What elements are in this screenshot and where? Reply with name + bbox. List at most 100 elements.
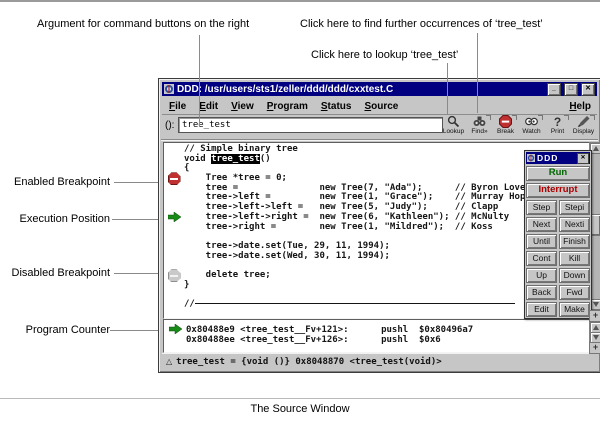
dropdown-mark-icon bbox=[538, 115, 543, 120]
stop-bar bbox=[170, 275, 178, 277]
command-tool-row: NextNexti bbox=[526, 215, 590, 232]
menu-edit[interactable]: Edit bbox=[199, 101, 218, 112]
pane-sash-handle[interactable]: + bbox=[589, 310, 600, 322]
question-mark-icon: ? bbox=[551, 115, 564, 128]
run-button[interactable]: Run bbox=[526, 166, 590, 181]
source-gutter[interactable] bbox=[164, 223, 184, 233]
tool-label: Lookup bbox=[443, 128, 464, 135]
comment-rule-line bbox=[195, 303, 515, 304]
until-button[interactable]: Until bbox=[526, 234, 557, 249]
source-gutter[interactable] bbox=[164, 184, 184, 194]
command-tool-row: UntilFinish bbox=[526, 232, 590, 249]
page-top-rule bbox=[0, 0, 600, 2]
command-tool-row: ContKill bbox=[526, 249, 590, 266]
source-code-text: // bbox=[184, 300, 515, 310]
tool-break-button[interactable]: Break bbox=[493, 115, 518, 139]
stepi-button[interactable]: Stepi bbox=[559, 200, 590, 215]
tool-watch-button[interactable]: Watch bbox=[519, 115, 544, 139]
window-title: DDD: /usr/users/sts1/zeller/ddd/ddd/cxxt… bbox=[177, 84, 544, 95]
source-gutter[interactable] bbox=[164, 290, 184, 300]
edit-button[interactable]: Edit bbox=[526, 302, 557, 317]
make-button[interactable]: Make bbox=[559, 302, 590, 317]
pen-icon bbox=[577, 115, 590, 128]
menu-view[interactable]: View bbox=[231, 101, 254, 112]
command-tool-close-icon[interactable]: ✕ bbox=[577, 153, 589, 164]
kill-button[interactable]: Kill bbox=[559, 251, 590, 266]
source-gutter[interactable] bbox=[164, 155, 184, 165]
tool-label: Print bbox=[551, 128, 564, 135]
tool-display-button[interactable]: Display bbox=[571, 115, 596, 139]
menu-help[interactable]: Help bbox=[569, 101, 591, 112]
annotation-enabled-breakpoint: Enabled Breakpoint bbox=[0, 176, 110, 188]
minimize-icon[interactable]: _ bbox=[547, 83, 561, 96]
stop-bar bbox=[170, 178, 178, 180]
source-gutter[interactable] bbox=[164, 242, 184, 252]
highlighted-symbol[interactable]: tree_test bbox=[211, 154, 260, 164]
source-gutter[interactable] bbox=[164, 174, 184, 184]
fold-triangle-icon[interactable]: △ bbox=[166, 357, 172, 366]
machine-code-pane[interactable]: 0x80488e9 <tree_test__Fv+121>: pushl $0x… bbox=[163, 319, 591, 353]
down-button[interactable]: Down bbox=[559, 268, 590, 283]
source-gutter[interactable] bbox=[164, 300, 184, 310]
source-gutter[interactable] bbox=[164, 145, 184, 155]
source-gutter[interactable] bbox=[164, 213, 184, 223]
machine-gutter bbox=[164, 325, 186, 335]
tool-label: Break bbox=[497, 128, 514, 135]
status-sash-handle[interactable]: + bbox=[589, 342, 600, 354]
menu-source[interactable]: Source bbox=[364, 101, 398, 112]
tool-find-button[interactable]: Find» bbox=[467, 115, 492, 139]
machine-code-text: 0x80488e9 <tree_test__Fv+121>: pushl $0x… bbox=[186, 325, 473, 335]
status-text: tree_test = {void ()} 0x8048870 <tree_te… bbox=[176, 357, 442, 367]
finish-button[interactable]: Finish bbox=[559, 234, 590, 249]
command-tool-row: StepStepi bbox=[526, 198, 590, 215]
ddd-window-icon bbox=[164, 84, 174, 94]
tool-print-button[interactable]: ?Print bbox=[545, 115, 570, 139]
interrupt-button[interactable]: Interrupt bbox=[526, 183, 590, 198]
menu-items: File Edit View Program Status Source bbox=[169, 101, 398, 112]
close-icon[interactable]: ✕ bbox=[581, 83, 595, 96]
command-tool-titlebar[interactable]: DDD ✕ bbox=[526, 152, 590, 164]
menu-help-label: elp bbox=[577, 101, 591, 112]
up-button[interactable]: Up bbox=[526, 268, 557, 283]
source-gutter[interactable] bbox=[164, 193, 184, 203]
tool-label: Watch bbox=[522, 128, 540, 135]
page-bottom-rule bbox=[0, 398, 600, 399]
source-gutter[interactable] bbox=[164, 281, 184, 291]
machine-code-line: 0x80488e9 <tree_test__Fv+121>: pushl $0x… bbox=[164, 325, 590, 335]
stop-sign-icon bbox=[499, 115, 512, 128]
callout-line-find bbox=[477, 33, 478, 113]
fwd-button[interactable]: Fwd bbox=[559, 285, 590, 300]
back-button[interactable]: Back bbox=[526, 285, 557, 300]
binoculars-icon bbox=[473, 115, 486, 128]
machine-scrollbar[interactable] bbox=[589, 321, 600, 344]
source-gutter[interactable] bbox=[164, 271, 184, 281]
disabled-breakpoint-icon[interactable] bbox=[168, 269, 181, 282]
argument-input[interactable]: tree_test bbox=[178, 117, 443, 133]
dropdown-mark-icon bbox=[486, 115, 491, 120]
window-titlebar[interactable]: DDD: /usr/users/sts1/zeller/ddd/ddd/cxxt… bbox=[162, 82, 597, 96]
callout-line-argument bbox=[199, 35, 200, 127]
annotation-disabled-breakpoint: Disabled Breakpoint bbox=[0, 267, 110, 279]
menu-status[interactable]: Status bbox=[321, 101, 352, 112]
argument-prompt: (): bbox=[165, 120, 174, 131]
menu-file[interactable]: File bbox=[169, 101, 186, 112]
command-tool-row: EditMake bbox=[526, 300, 590, 317]
menu-program[interactable]: Program bbox=[267, 101, 308, 112]
status-bar: △ tree_test = {void ()} 0x8048870 <tree_… bbox=[162, 353, 597, 369]
dropdown-mark-icon bbox=[564, 115, 569, 120]
svg-text:?: ? bbox=[554, 115, 561, 128]
next-button[interactable]: Next bbox=[526, 217, 557, 232]
menu-bar: File Edit View Program Status Source Help bbox=[162, 98, 597, 115]
source-gutter[interactable] bbox=[164, 232, 184, 242]
source-code-text: delete tree; bbox=[184, 271, 271, 281]
source-code-text: tree->date.set(Wed, 30, 11, 1994); bbox=[184, 252, 390, 262]
step-button[interactable]: Step bbox=[526, 200, 557, 215]
ddd-source-window: DDD: /usr/users/sts1/zeller/ddd/ddd/cxxt… bbox=[158, 78, 600, 373]
cont-button[interactable]: Cont bbox=[526, 251, 557, 266]
nexti-button[interactable]: Nexti bbox=[559, 217, 590, 232]
tool-lookup-button[interactable]: Lookup bbox=[441, 115, 466, 139]
source-gutter[interactable] bbox=[164, 252, 184, 262]
maximize-icon[interactable]: □ bbox=[564, 83, 578, 96]
eyes-icon bbox=[525, 115, 538, 128]
figure-caption: The Source Window bbox=[0, 403, 600, 415]
